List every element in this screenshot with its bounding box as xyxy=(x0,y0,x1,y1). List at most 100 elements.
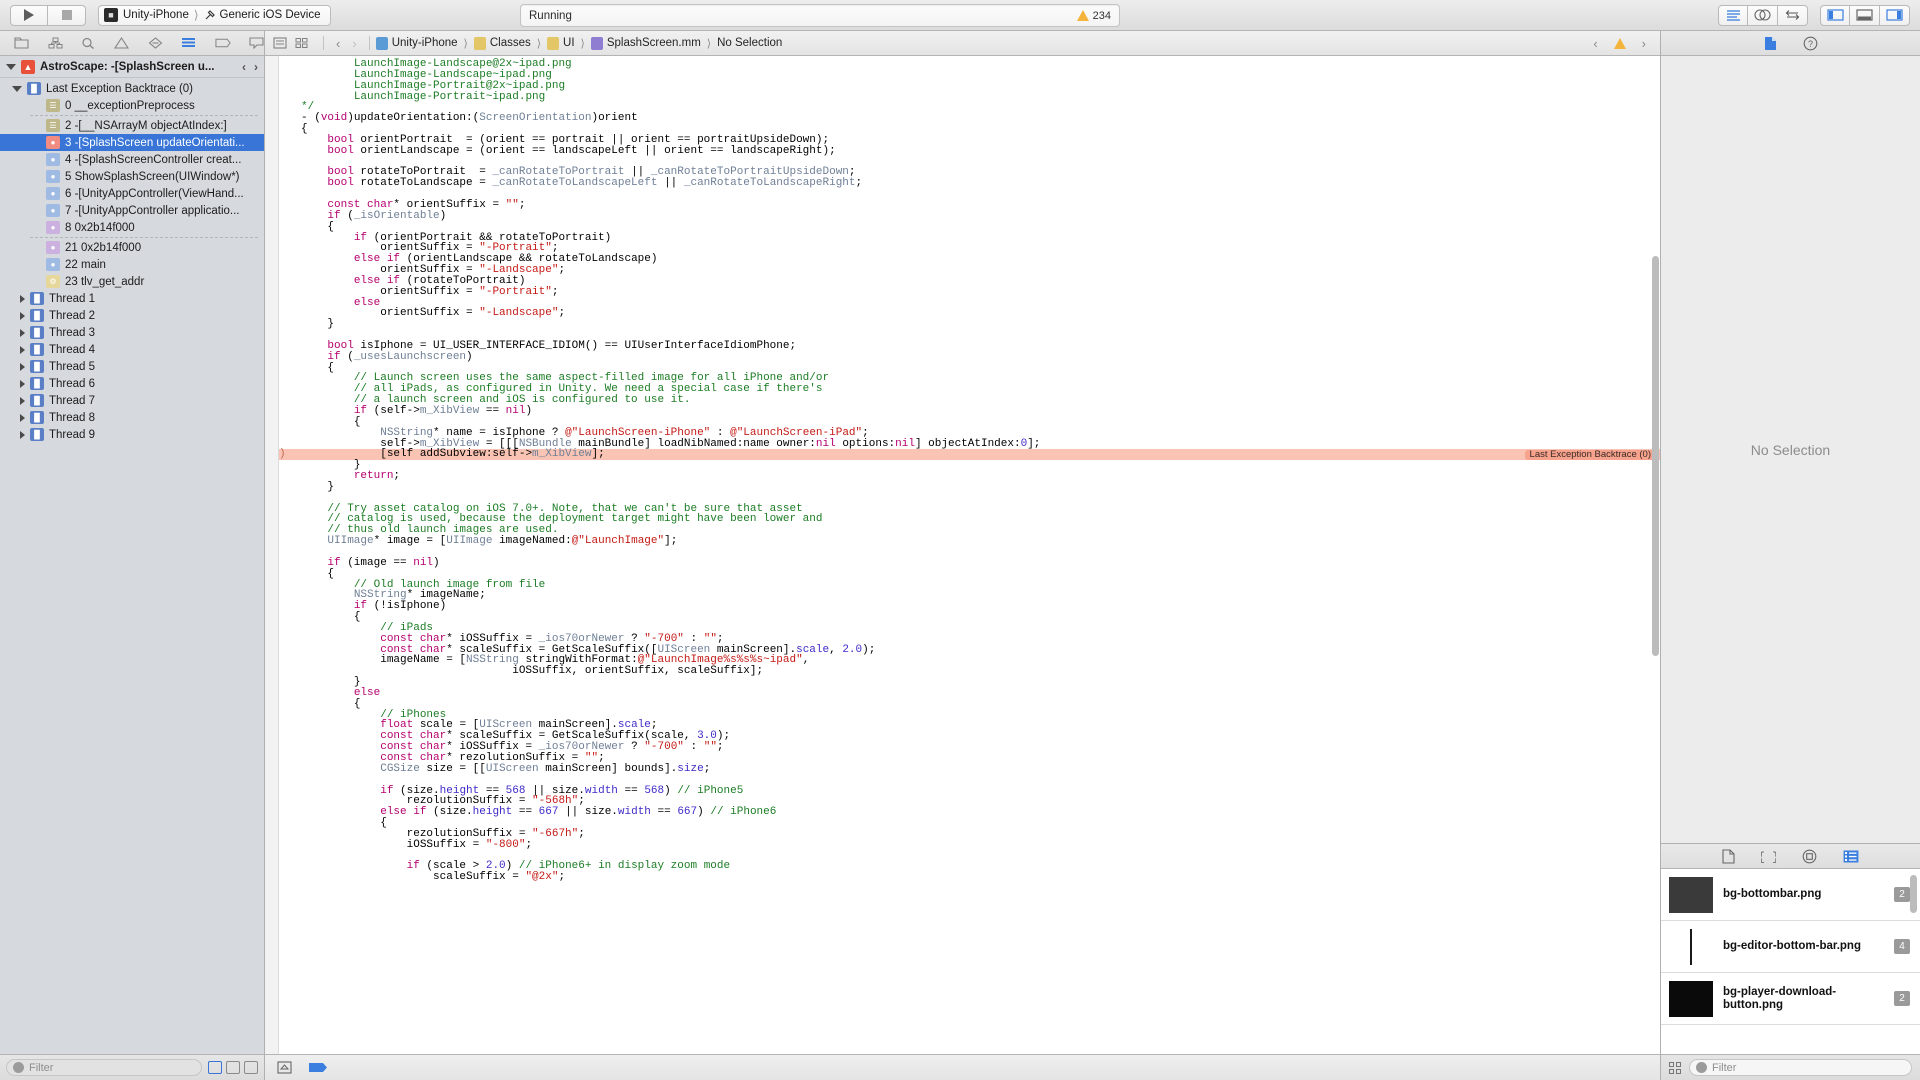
stack-frame-row-9[interactable]: ● 22 main xyxy=(0,256,264,273)
code-snippet-library-icon[interactable]: { } xyxy=(1761,849,1776,864)
show-queues-button[interactable] xyxy=(244,1061,258,1074)
debug-navigator-tree[interactable]: █ Last Exception Backtrace (0) ☰ 0 __exc… xyxy=(0,78,264,1054)
disclosure-triangle-icon[interactable] xyxy=(20,362,25,371)
code-token: )updateOrientation:( xyxy=(347,112,480,125)
thread-row-3[interactable]: █ Thread 4 xyxy=(0,341,264,358)
related-items-icon[interactable] xyxy=(273,37,287,49)
issue-navigator-icon[interactable] xyxy=(114,36,130,50)
stack-frame-row-2[interactable]: ● 3 -[SplashScreen updateOrientati... xyxy=(0,134,264,151)
breadcrumb-label: SplashScreen.mm xyxy=(606,37,701,49)
backtrace-group-row[interactable]: █ Last Exception Backtrace (0) xyxy=(0,80,264,97)
next-issue-button[interactable]: › xyxy=(1642,36,1646,51)
stack-frame-row-10[interactable]: ⚙ 23 tlv_get_addr xyxy=(0,273,264,290)
disclosure-triangle-icon[interactable] xyxy=(20,430,25,439)
group-disclosure-icon[interactable] xyxy=(12,85,22,92)
editor-vertical-scrollbar[interactable] xyxy=(1652,256,1659,656)
breadcrumb-item-ui[interactable]: UI xyxy=(547,36,575,50)
quick-help-icon[interactable]: ? xyxy=(1803,36,1818,51)
run-stop-segment xyxy=(10,4,86,26)
disclosure-triangle-icon[interactable] xyxy=(20,294,25,303)
run-button[interactable] xyxy=(10,4,48,26)
source-editor[interactable]: LaunchImage-Landscape@2x~ipad.png Launch… xyxy=(265,56,1660,1054)
thread-row-5[interactable]: █ Thread 6 xyxy=(0,375,264,392)
symbol-navigator-icon[interactable] xyxy=(47,36,63,50)
code-token: ) xyxy=(525,405,533,417)
navigator-toggle-button[interactable] xyxy=(1820,4,1850,26)
file-inspector-icon[interactable] xyxy=(1764,36,1777,51)
debug-session-header[interactable]: ▲ AstroScape: -[SplashScreen u... ‹ › xyxy=(0,56,264,78)
previous-issue-button[interactable]: ‹ xyxy=(1593,36,1597,51)
breadcrumb-item-project[interactable]: Unity-iPhone xyxy=(375,36,458,50)
version-editor-button[interactable] xyxy=(1778,4,1808,26)
thread-row-6[interactable]: █ Thread 7 xyxy=(0,392,264,409)
editor-gutter[interactable] xyxy=(265,56,279,1054)
show-threads-button[interactable] xyxy=(226,1061,240,1074)
object-library-icon[interactable] xyxy=(1802,849,1817,864)
disclosure-triangle-icon[interactable] xyxy=(20,379,25,388)
project-navigator-icon[interactable] xyxy=(14,36,29,50)
debug-area-toggle-button[interactable] xyxy=(1850,4,1880,26)
stack-frame-row-3[interactable]: ● 4 -[SplashScreenController creat... xyxy=(0,151,264,168)
code-token: "-800" xyxy=(485,838,526,851)
warning-triangle-icon[interactable] xyxy=(1613,37,1626,49)
library-scrollbar[interactable] xyxy=(1910,875,1917,913)
stack-frame-row-4[interactable]: ● 5 ShowSplashScreen(UIWindow*) xyxy=(0,168,264,185)
media-library-icon[interactable] xyxy=(1843,849,1859,864)
stack-frame-row-7[interactable]: ● 8 0x2b14f000 xyxy=(0,219,264,236)
test-navigator-icon[interactable] xyxy=(148,36,163,50)
disclosure-triangle-icon[interactable] xyxy=(20,311,25,320)
code-token: UIImage xyxy=(446,535,493,548)
file-template-library-icon[interactable] xyxy=(1722,848,1735,864)
stack-frame-row-1[interactable]: ☰ 2 -[__NSArrayM objectAtIndex:] xyxy=(0,117,264,134)
back-button[interactable]: ‹ xyxy=(336,36,340,51)
media-list-item[interactable]: bg-bottombar.png 2 xyxy=(1661,869,1920,921)
navigator-filter-input[interactable]: Filter xyxy=(6,1059,202,1076)
breadcrumb-item-selection[interactable]: No Selection xyxy=(717,37,782,49)
library-view-mode-icon[interactable] xyxy=(1669,1061,1681,1074)
media-library-list[interactable]: bg-bottombar.png 2 bg-editor-bottom-bar.… xyxy=(1661,869,1920,1054)
code-line: UIImage* image = [UIImage imageNamed:@"L… xyxy=(279,536,1660,547)
debug-area-toggle-icon[interactable] xyxy=(277,1061,292,1074)
report-navigator-icon[interactable] xyxy=(249,36,264,50)
disclosure-triangle-icon[interactable] xyxy=(20,328,25,337)
code-text[interactable]: LaunchImage-Landscape@2x~ipad.png Launch… xyxy=(279,56,1660,1054)
code-token: width xyxy=(617,806,651,819)
stack-frame-row-5[interactable]: ● 6 -[UnityAppController(ViewHand... xyxy=(0,185,264,202)
debug-navigator-icon[interactable] xyxy=(181,36,196,50)
breadcrumb-item-file[interactable]: SplashScreen.mm xyxy=(590,36,701,50)
grid-view-icon[interactable] xyxy=(295,37,309,49)
code-line: { xyxy=(279,612,1660,623)
media-list-item[interactable]: bg-player-download-button.png 2 xyxy=(1661,973,1920,1025)
forward-button[interactable]: › xyxy=(352,36,356,51)
disclosure-triangle-icon[interactable] xyxy=(20,396,25,405)
standard-editor-button[interactable] xyxy=(1718,4,1748,26)
thread-row-1[interactable]: █ Thread 2 xyxy=(0,307,264,324)
back-arrow-icon[interactable]: ‹ xyxy=(242,60,246,74)
stack-frame-row-8[interactable]: ● 21 0x2b14f000 xyxy=(0,239,264,256)
disclosure-triangle-icon[interactable] xyxy=(20,413,25,422)
utilities-toggle-button[interactable] xyxy=(1880,4,1910,26)
stack-frame-label: 22 main xyxy=(65,258,106,271)
media-list-item[interactable]: bg-editor-bottom-bar.png 4 xyxy=(1661,921,1920,973)
stop-button[interactable] xyxy=(48,4,86,26)
library-filter-input[interactable]: Filter xyxy=(1689,1059,1912,1076)
scheme-selector[interactable]: ■ Unity-iPhone ⟩ Generic iOS Device xyxy=(98,4,331,26)
breakpoint-toggle-icon[interactable] xyxy=(308,1061,328,1074)
forward-arrow-icon[interactable]: › xyxy=(254,60,258,74)
stack-frame-row-6[interactable]: ● 7 -[UnityAppController applicatio... xyxy=(0,202,264,219)
breakpoint-navigator-icon[interactable] xyxy=(214,36,231,50)
thread-row-4[interactable]: █ Thread 5 xyxy=(0,358,264,375)
disclosure-triangle-icon[interactable] xyxy=(6,63,16,70)
thread-row-8[interactable]: █ Thread 9 xyxy=(0,426,264,443)
exception-annotation-badge[interactable]: Last Exception Backtrace (0) xyxy=(1524,450,1656,461)
warning-badge[interactable]: 234 xyxy=(1076,10,1111,22)
stack-frame-row-0[interactable]: ☰ 0 __exceptionPreprocess xyxy=(0,97,264,114)
breadcrumb-item-classes[interactable]: Classes xyxy=(473,36,531,50)
disclosure-triangle-icon[interactable] xyxy=(20,345,25,354)
show-all-frames-button[interactable] xyxy=(208,1061,222,1074)
thread-row-2[interactable]: █ Thread 3 xyxy=(0,324,264,341)
find-navigator-icon[interactable] xyxy=(81,36,96,50)
thread-row-0[interactable]: █ Thread 1 xyxy=(0,290,264,307)
thread-row-7[interactable]: █ Thread 8 xyxy=(0,409,264,426)
assistant-editor-button[interactable] xyxy=(1748,4,1778,26)
